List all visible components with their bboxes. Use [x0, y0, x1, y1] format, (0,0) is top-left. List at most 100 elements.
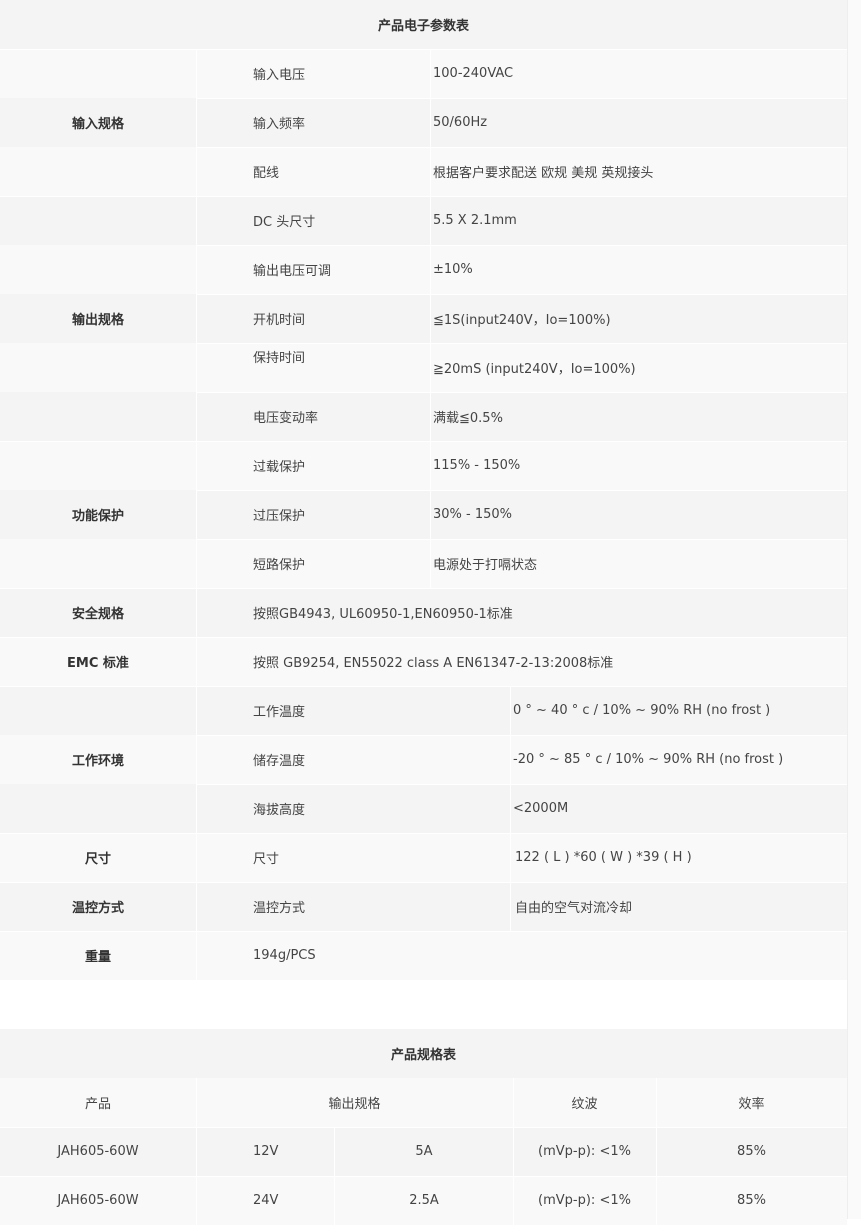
param-label: 温控方式: [253, 901, 306, 916]
group-divider: [0, 588, 847, 589]
product-cell: JAH605-60W: [57, 1193, 139, 1208]
param-value: 0 ° ~ 40 ° c / 10% ~ 90% RH (no frost ): [513, 703, 771, 718]
column-header: 输出规格: [328, 1097, 381, 1112]
efficiency-cell: 85%: [737, 1193, 766, 1208]
param-label: 过压保护: [253, 509, 306, 524]
param-label: 开机时间: [253, 313, 306, 328]
efficiency-cell: 85%: [737, 1144, 766, 1159]
table1-title: 产品电子参数表: [377, 19, 469, 34]
row-divider: [197, 784, 847, 785]
column-divider: [196, 196, 197, 441]
param-label: 工作温度: [253, 705, 306, 720]
group-divider: [0, 196, 847, 197]
column-divider: [196, 637, 197, 686]
group-name: 输入规格: [71, 117, 124, 132]
group-name: EMC 标准: [67, 656, 129, 671]
column-divider: [196, 1078, 197, 1127]
param-value: -20 ° ~ 85 ° c / 10% ~ 90% RH (no frost …: [513, 752, 784, 767]
param-value: 按照 GB9254, EN55022 class A EN61347-2-13:…: [253, 656, 614, 671]
param-value: 122 ( L ) *60 ( W ) *39 ( H ): [515, 850, 692, 865]
column-divider: [430, 147, 431, 196]
group-divider: [0, 931, 847, 932]
group-divider: [0, 637, 847, 638]
row-divider: [197, 490, 847, 491]
table2-title: 产品规格表: [390, 1048, 456, 1063]
param-label: 海拔高度: [253, 803, 306, 818]
param-label: 短路保护: [253, 558, 306, 573]
column-divider: [196, 686, 197, 833]
param-value: 115% - 150%: [433, 458, 521, 473]
param-value: 根据客户要求配送 欧规 美规 英规接头: [433, 166, 654, 181]
column-divider: [510, 686, 511, 735]
group-name: 温控方式: [71, 901, 124, 916]
row-divider: [197, 147, 847, 148]
param-value: 满载≦0.5%: [433, 411, 503, 426]
param-value: ≦1S(input240V，Io=100%): [433, 313, 611, 328]
row-divider: [197, 392, 847, 393]
group-name: 功能保护: [71, 509, 124, 524]
param-value: 自由的空气对流冷却: [515, 901, 633, 916]
column-divider: [656, 1078, 657, 1127]
column-divider: [430, 441, 431, 490]
ripple-cell: (mVp-p): <1%: [538, 1144, 631, 1159]
column-divider: [430, 539, 431, 588]
group-name: 工作环境: [71, 754, 124, 769]
group-divider: [0, 686, 847, 687]
group-divider: [0, 49, 847, 50]
current-cell: 5A: [415, 1144, 433, 1159]
param-value: 30% - 150%: [433, 507, 513, 522]
param-value: 按照GB4943, UL60950-1,EN60950-1标准: [253, 607, 513, 622]
param-value: 194g/PCS: [253, 948, 316, 963]
param-label: 配线: [253, 166, 280, 181]
param-value: 50/60Hz: [433, 115, 488, 130]
column-header: 效率: [738, 1097, 765, 1112]
param-value: <2000M: [513, 801, 569, 816]
param-label: DC 头尺寸: [253, 215, 316, 230]
param-label: 储存温度: [253, 754, 306, 769]
param-label: 输入频率: [253, 117, 306, 132]
row-divider: [197, 245, 847, 246]
column-divider: [430, 392, 431, 441]
row-divider: [197, 343, 847, 344]
column-divider: [430, 98, 431, 147]
column-divider: [510, 784, 511, 833]
group-name: 尺寸: [84, 852, 111, 867]
column-divider: [430, 196, 431, 245]
param-value: 100-240VAC: [433, 66, 514, 81]
group-name: 安全规格: [71, 607, 124, 622]
column-divider: [510, 882, 511, 931]
column-divider: [510, 833, 511, 882]
row-divider: [197, 539, 847, 540]
column-divider: [196, 588, 197, 637]
column-divider: [430, 49, 431, 98]
page-right-edge: [847, 0, 861, 1219]
column-divider: [430, 490, 431, 539]
current-cell: 2.5A: [409, 1193, 439, 1208]
param-label: 尺寸: [253, 852, 280, 867]
param-value: 5.5 X 2.1mm: [433, 213, 517, 228]
group-divider: [0, 882, 847, 883]
ripple-cell: (mVp-p): <1%: [538, 1193, 631, 1208]
column-divider: [196, 441, 197, 588]
column-divider: [196, 833, 197, 882]
column-divider: [430, 294, 431, 343]
row-divider: [197, 735, 847, 736]
column-divider: [196, 1127, 197, 1176]
column-divider: [196, 1176, 197, 1225]
param-label: 输入电压: [253, 68, 306, 83]
row-divider: [197, 98, 847, 99]
row-divider: [197, 294, 847, 295]
column-divider: [196, 49, 197, 196]
product-cell: JAH605-60W: [57, 1144, 139, 1159]
column-divider: [430, 343, 431, 392]
param-label: 过载保护: [253, 460, 306, 475]
param-label: 输出电压可调: [253, 264, 332, 279]
column-header: 产品: [84, 1097, 111, 1112]
voltage-cell: 24V: [253, 1193, 279, 1208]
param-value: 电源处于打嗝状态: [433, 558, 538, 573]
param-label: 保持时间: [253, 351, 306, 366]
param-value: ±10%: [433, 262, 473, 277]
param-label: 电压变动率: [253, 411, 319, 426]
group-divider: [0, 441, 847, 442]
group-name: 输出规格: [71, 313, 124, 328]
